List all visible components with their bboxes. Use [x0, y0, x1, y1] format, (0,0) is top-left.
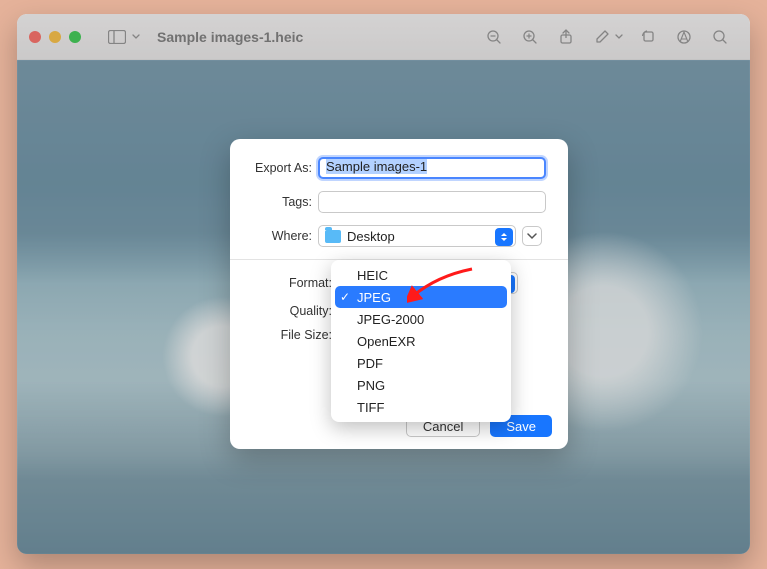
tags-label: Tags:	[230, 195, 318, 209]
export-as-label: Export As:	[230, 161, 318, 175]
sidebar-chevron-icon[interactable]	[131, 25, 141, 49]
format-menu: HEIC ✓JPEG JPEG-2000 OpenEXR PDF PNG TIF…	[331, 260, 511, 422]
titlebar: Sample images-1.heic	[17, 14, 750, 60]
where-value: Desktop	[347, 229, 395, 244]
check-icon: ✓	[340, 290, 350, 304]
close-icon[interactable]	[29, 31, 41, 43]
highlight-icon[interactable]	[672, 25, 696, 49]
sidebar-icon[interactable]	[105, 25, 129, 49]
markup-icon[interactable]	[590, 25, 614, 49]
menu-item-openexr[interactable]: OpenEXR	[335, 330, 507, 352]
menu-item-tiff[interactable]: TIFF	[335, 396, 507, 418]
search-icon[interactable]	[708, 25, 732, 49]
where-label: Where:	[230, 229, 318, 243]
menu-item-jpeg[interactable]: ✓JPEG	[335, 286, 507, 308]
folder-icon	[325, 230, 341, 243]
where-popup[interactable]: Desktop	[318, 225, 516, 247]
traffic-lights	[29, 31, 81, 43]
updown-icon	[495, 228, 513, 246]
rotate-icon[interactable]	[636, 25, 660, 49]
expand-button[interactable]	[522, 226, 542, 246]
window-title: Sample images-1.heic	[157, 29, 303, 45]
preview-window: Sample images-1.heic Export As: Sample i…	[17, 14, 750, 554]
zoom-in-icon[interactable]	[518, 25, 542, 49]
fullscreen-icon[interactable]	[69, 31, 81, 43]
menu-item-jpeg2000[interactable]: JPEG-2000	[335, 308, 507, 330]
filesize-label: File Size:	[230, 328, 338, 342]
export-as-input[interactable]: Sample images-1	[318, 157, 546, 179]
tags-input[interactable]	[318, 191, 546, 213]
menu-item-png[interactable]: PNG	[335, 374, 507, 396]
minimize-icon[interactable]	[49, 31, 61, 43]
markup-chevron-icon[interactable]	[614, 25, 624, 49]
zoom-out-icon[interactable]	[482, 25, 506, 49]
menu-item-pdf[interactable]: PDF	[335, 352, 507, 374]
menu-item-heic[interactable]: HEIC	[335, 264, 507, 286]
format-label: Format:	[230, 276, 338, 290]
quality-label: Quality:	[230, 304, 338, 318]
share-icon[interactable]	[554, 25, 578, 49]
